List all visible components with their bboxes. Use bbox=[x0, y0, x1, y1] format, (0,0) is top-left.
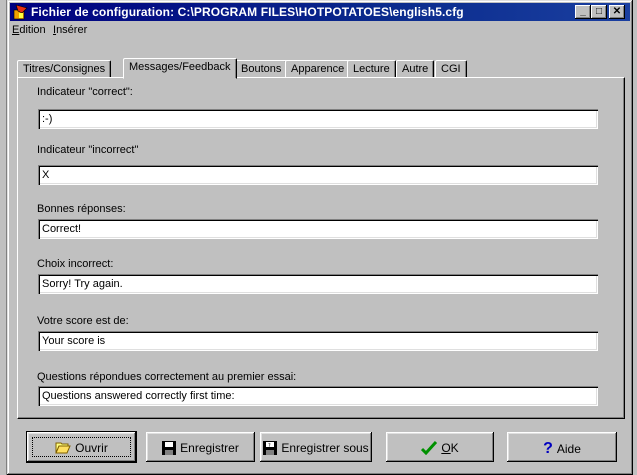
minimize-button[interactable]: _ bbox=[575, 5, 591, 19]
help-button[interactable]: ? Aide bbox=[507, 432, 617, 462]
tab-apparence[interactable]: Apparence bbox=[285, 60, 351, 77]
field-value: X bbox=[42, 169, 50, 181]
field-label-score: Votre score est de: bbox=[37, 315, 129, 327]
tab-label: Titres/Consignes bbox=[23, 63, 106, 75]
tab-boutons[interactable]: Boutons bbox=[235, 60, 288, 77]
close-icon: ✕ bbox=[612, 6, 622, 17]
title-bar[interactable]: Fichier de configuration: C:\PROGRAM FIL… bbox=[10, 3, 630, 21]
menu-inserer-label: nsérer bbox=[56, 24, 88, 36]
svg-text:?: ? bbox=[268, 443, 271, 449]
tab-label: Lecture bbox=[353, 63, 390, 75]
field-label-correct: Indicateur "correct": bbox=[37, 86, 133, 98]
menu-edition[interactable]: Edition bbox=[12, 24, 46, 36]
floppy-disk-save-as-icon: ? bbox=[263, 440, 278, 455]
hotpotatoes-app-icon[interactable] bbox=[13, 4, 29, 20]
ok-button[interactable]: OK bbox=[386, 432, 494, 462]
open-button-label: Ouvrir bbox=[75, 440, 108, 455]
field-label-bonnes-reponses: Bonnes réponses: bbox=[37, 203, 126, 215]
field-value: Correct! bbox=[42, 223, 82, 235]
save-button[interactable]: Enregistrer bbox=[146, 432, 255, 462]
ok-button-label: OK bbox=[441, 440, 459, 455]
score-field[interactable]: Your score is bbox=[38, 331, 598, 351]
correct-answers-field[interactable]: Correct! bbox=[38, 219, 598, 239]
tab-label: Boutons bbox=[241, 63, 282, 75]
incorrect-indicator-field[interactable]: X bbox=[38, 165, 598, 185]
field-label-incorrect: Indicateur "incorrect" bbox=[37, 144, 139, 156]
window-controls: _ □ ✕ bbox=[575, 5, 627, 19]
maximize-icon: □ bbox=[595, 6, 603, 17]
tab-cgi[interactable]: CGI bbox=[435, 60, 467, 77]
field-label-first-try: Questions répondues correctement au prem… bbox=[37, 371, 297, 383]
background-window-edge bbox=[0, 0, 7, 475]
help-button-label: Aide bbox=[556, 442, 581, 456]
field-value: Your score is bbox=[42, 335, 106, 347]
tab-label: Autre bbox=[402, 63, 429, 75]
tab-label: CGI bbox=[441, 63, 461, 75]
tab-label: Messages/Feedback bbox=[129, 61, 231, 73]
question-mark-icon: ? bbox=[543, 440, 553, 457]
field-label-choix-incorrect: Choix incorrect: bbox=[37, 258, 114, 270]
menu-edition-label: dition bbox=[19, 24, 46, 36]
save-as-button[interactable]: ? Enregistrer sous bbox=[260, 432, 372, 462]
close-button[interactable]: ✕ bbox=[609, 5, 625, 19]
field-value: Questions answered correctly first time: bbox=[42, 390, 235, 402]
tab-label: Apparence bbox=[291, 63, 345, 75]
field-value: Sorry! Try again. bbox=[42, 278, 123, 290]
checkmark-icon bbox=[421, 440, 438, 455]
tab-messages-feedback[interactable]: Messages/Feedback bbox=[123, 58, 237, 79]
save-as-button-label: Enregistrer sous bbox=[281, 440, 369, 455]
menu-inserer[interactable]: Insérer bbox=[53, 24, 87, 36]
first-try-field[interactable]: Questions answered correctly first time: bbox=[38, 386, 598, 406]
folder-open-icon bbox=[55, 442, 71, 454]
field-value: :-) bbox=[42, 113, 53, 125]
window-title: Fichier de configuration: C:\PROGRAM FIL… bbox=[31, 5, 464, 19]
save-button-label: Enregistrer bbox=[180, 440, 239, 455]
minimize-icon: _ bbox=[580, 6, 586, 17]
maximize-button[interactable]: □ bbox=[591, 5, 607, 19]
tab-lecture[interactable]: Lecture bbox=[347, 60, 396, 77]
incorrect-choice-field[interactable]: Sorry! Try again. bbox=[38, 274, 598, 294]
correct-indicator-field[interactable]: :-) bbox=[38, 109, 598, 129]
tab-titres-consignes[interactable]: Titres/Consignes bbox=[17, 60, 112, 77]
tab-autre[interactable]: Autre bbox=[396, 60, 435, 77]
floppy-disk-icon bbox=[162, 440, 177, 455]
open-button[interactable]: Ouvrir bbox=[27, 432, 136, 462]
